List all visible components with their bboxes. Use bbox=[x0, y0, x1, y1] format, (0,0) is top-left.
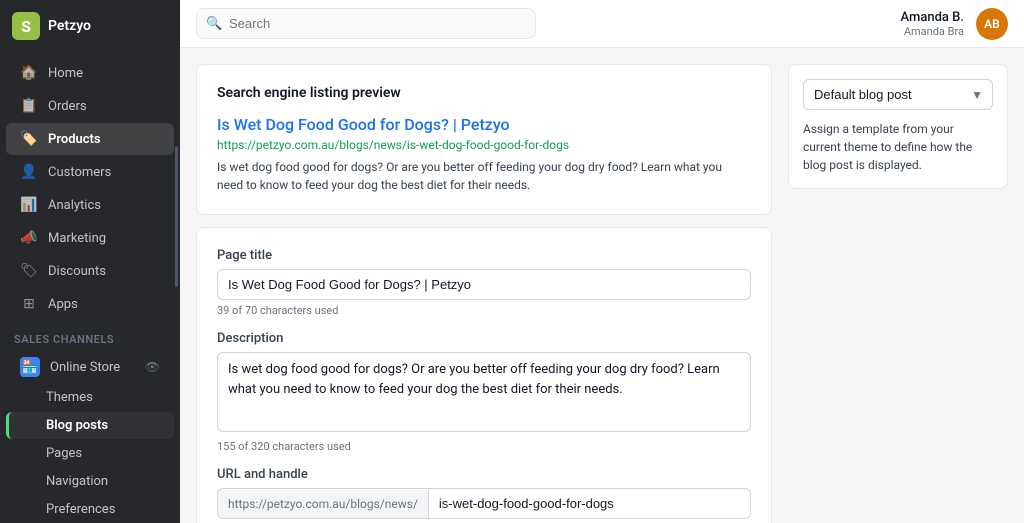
seo-card-title: Search engine listing preview bbox=[217, 85, 751, 101]
sub-item-label: Blog posts bbox=[46, 418, 108, 433]
seo-preview-link: https://petzyo.com.au/blogs/news/is-wet-… bbox=[217, 138, 751, 152]
description-group: Description 155 of 320 characters used bbox=[217, 331, 751, 453]
customers-icon: 👤 bbox=[20, 163, 38, 181]
marketing-icon: 📣 bbox=[20, 229, 38, 247]
template-description: Assign a template from your current them… bbox=[803, 120, 993, 174]
sidebar-item-label: Apps bbox=[48, 297, 78, 312]
home-icon: 🏠 bbox=[20, 64, 38, 82]
main-nav: 🏠 Home 📋 Orders 🏷️ Products 👤 Customers … bbox=[0, 52, 180, 523]
user-sub: Amanda Bra bbox=[901, 25, 964, 38]
sidebar-item-label: Marketing bbox=[48, 231, 106, 246]
sidebar-item-marketing[interactable]: 📣 Marketing bbox=[6, 222, 174, 254]
apps-icon: ⊞ bbox=[20, 295, 38, 313]
sidebar-subitem-themes[interactable]: Themes bbox=[6, 384, 174, 411]
sidebar-item-products[interactable]: 🏷️ Products bbox=[6, 123, 174, 155]
sidebar-subitem-pages[interactable]: Pages bbox=[6, 440, 174, 467]
app-name: Petzyo bbox=[48, 18, 91, 34]
sidebar-item-apps[interactable]: ⊞ Apps bbox=[6, 288, 174, 320]
page-title-char-count: 39 of 70 characters used bbox=[217, 304, 751, 317]
shopify-logo-icon: S bbox=[12, 12, 40, 40]
channel-label: Online Store bbox=[50, 360, 120, 375]
seo-preview-title[interactable]: Is Wet Dog Food Good for Dogs? | Petzyo bbox=[217, 115, 751, 134]
template-select-wrap: Default blog post ▼ bbox=[803, 79, 993, 110]
search-icon: 🔍 bbox=[206, 16, 222, 31]
sales-channels-label: SALES CHANNELS bbox=[0, 321, 180, 350]
right-panel: Default blog post ▼ Assign a template fr… bbox=[788, 64, 1008, 507]
template-card: Default blog post ▼ Assign a template fr… bbox=[788, 64, 1008, 189]
sidebar-item-label: Customers bbox=[48, 165, 111, 180]
products-icon: 🏷️ bbox=[20, 130, 38, 148]
sidebar: S Petzyo 🏠 Home 📋 Orders 🏷️ Products 👤 C… bbox=[0, 0, 180, 523]
sidebar-item-label: Analytics bbox=[48, 198, 101, 213]
avatar[interactable]: AB bbox=[976, 8, 1008, 40]
content-area: Search engine listing preview Is Wet Dog… bbox=[180, 48, 1024, 523]
page-title-group: Page title 39 of 70 characters used bbox=[217, 248, 751, 317]
url-handle-group: URL and handle https://petzyo.com.au/blo… bbox=[217, 467, 751, 519]
sidebar-item-label: Orders bbox=[48, 99, 87, 114]
description-char-count: 155 of 320 characters used bbox=[217, 440, 751, 453]
main-panel: Search engine listing preview Is Wet Dog… bbox=[196, 64, 772, 507]
sidebar-item-analytics[interactable]: 📊 Analytics bbox=[6, 189, 174, 221]
page-title-input[interactable] bbox=[217, 269, 751, 300]
sidebar-item-label: Products bbox=[48, 132, 101, 147]
url-input-wrap: https://petzyo.com.au/blogs/news/ bbox=[217, 488, 751, 519]
seo-card: Search engine listing preview Is Wet Dog… bbox=[196, 64, 772, 215]
seo-preview-description: Is wet dog food good for dogs? Or are yo… bbox=[217, 158, 751, 194]
orders-icon: 📋 bbox=[20, 97, 38, 115]
sidebar-item-orders[interactable]: 📋 Orders bbox=[6, 90, 174, 122]
description-textarea[interactable] bbox=[217, 352, 751, 432]
sidebar-subitem-blog-posts[interactable]: Blog posts bbox=[6, 412, 174, 439]
analytics-icon: 📊 bbox=[20, 196, 38, 214]
eye-icon[interactable]: 👁 bbox=[145, 360, 160, 374]
sidebar-item-label: Discounts bbox=[48, 264, 106, 279]
template-select[interactable]: Default blog post bbox=[803, 79, 993, 110]
search-bar-container: 🔍 bbox=[196, 8, 536, 39]
topbar: 🔍 Amanda B. Amanda Bra AB bbox=[180, 0, 1024, 48]
sub-item-label: Navigation bbox=[46, 474, 108, 489]
user-info: Amanda B. Amanda Bra bbox=[901, 10, 964, 38]
sub-item-label: Preferences bbox=[46, 502, 115, 517]
sidebar-item-discounts[interactable]: 🏷 Discounts bbox=[6, 255, 174, 287]
seo-form-card: Page title 39 of 70 characters used Desc… bbox=[196, 227, 772, 523]
sub-item-label: Themes bbox=[46, 390, 93, 405]
sidebar-subitem-navigation[interactable]: Navigation bbox=[6, 468, 174, 495]
online-store-icon: 🏪 bbox=[20, 357, 40, 377]
sidebar-item-online-store[interactable]: 🏪 Online Store 👁 bbox=[6, 351, 174, 383]
sidebar-scroll: 🏠 Home 📋 Orders 🏷️ Products 👤 Customers … bbox=[0, 52, 180, 523]
sidebar-item-label: Home bbox=[48, 66, 83, 81]
user-name: Amanda B. bbox=[901, 10, 964, 25]
sidebar-header: S Petzyo bbox=[0, 0, 180, 52]
main-area: 🔍 Amanda B. Amanda Bra AB Search engine … bbox=[180, 0, 1024, 523]
search-input[interactable] bbox=[196, 8, 536, 39]
url-prefix: https://petzyo.com.au/blogs/news/ bbox=[218, 490, 429, 518]
sidebar-item-home[interactable]: 🏠 Home bbox=[6, 57, 174, 89]
sidebar-subitem-preferences[interactable]: Preferences bbox=[6, 496, 174, 523]
url-handle-label: URL and handle bbox=[217, 467, 751, 482]
description-label: Description bbox=[217, 331, 751, 346]
page-title-label: Page title bbox=[217, 248, 751, 263]
sidebar-item-customers[interactable]: 👤 Customers bbox=[6, 156, 174, 188]
discounts-icon: 🏷 bbox=[20, 262, 38, 280]
url-handle-input[interactable] bbox=[429, 489, 750, 518]
sub-item-label: Pages bbox=[46, 446, 82, 461]
